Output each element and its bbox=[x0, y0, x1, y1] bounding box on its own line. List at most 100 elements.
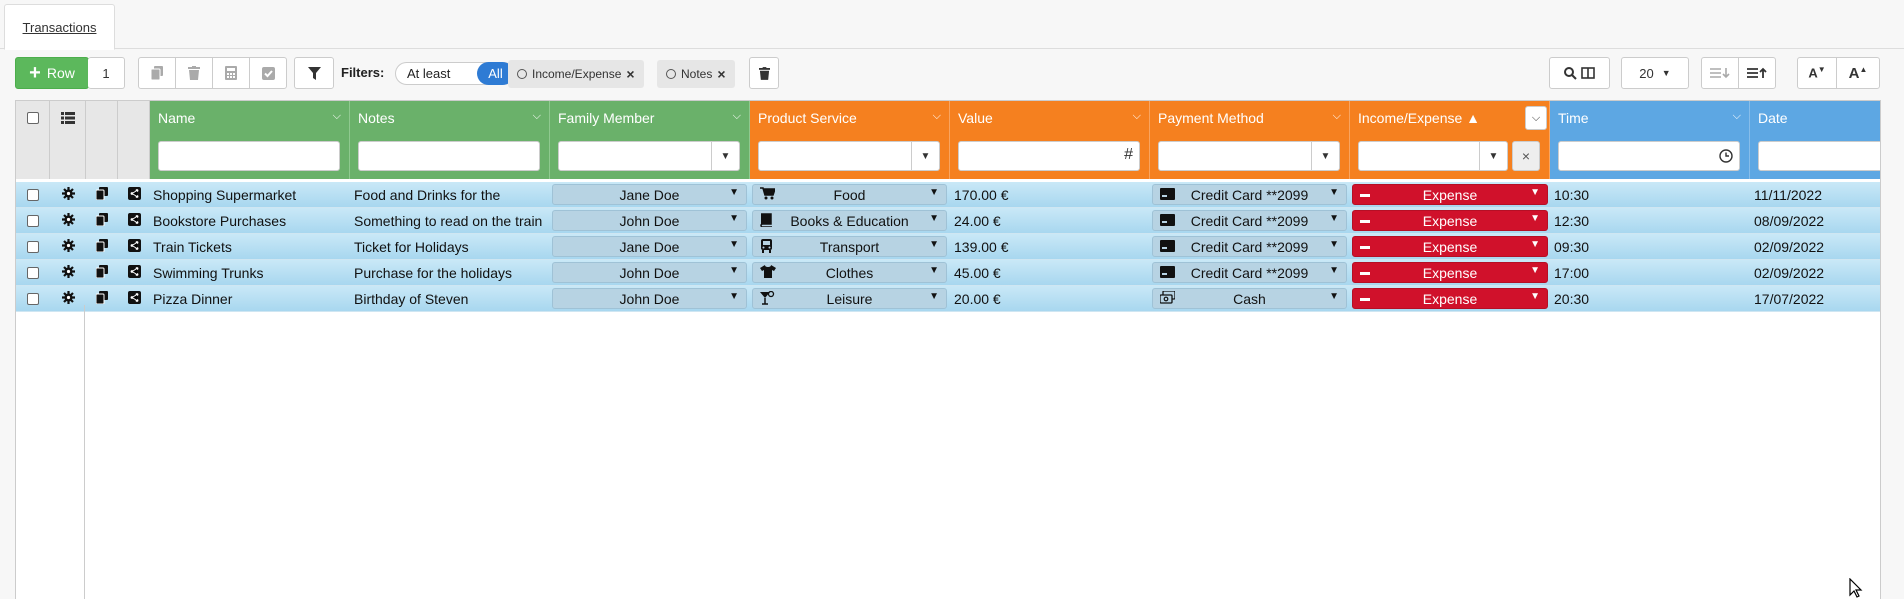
column-menu-button[interactable]: ⌵ bbox=[1525, 106, 1547, 130]
cell-time[interactable]: 17:00 bbox=[1550, 260, 1750, 286]
payment-method-select[interactable]: Credit Card **2099 ▼ bbox=[1152, 210, 1347, 231]
search-columns-button[interactable] bbox=[1549, 57, 1610, 89]
family-member-select[interactable]: Jane Doe ▼ bbox=[552, 236, 747, 257]
table-row[interactable]: Train Tickets Ticket for Holidays Jane D… bbox=[16, 234, 1880, 260]
row-count-input[interactable]: 1 bbox=[88, 57, 125, 89]
row-copy-button[interactable] bbox=[86, 208, 118, 234]
value-filter-input[interactable]: # bbox=[958, 141, 1140, 171]
column-header-time[interactable]: Time ⌵ bbox=[1550, 101, 1750, 135]
income-expense-select[interactable]: Expense ▼ bbox=[1352, 236, 1548, 257]
row-share-button[interactable] bbox=[118, 260, 150, 286]
cell-notes[interactable]: Purchase for the holidays bbox=[350, 260, 550, 286]
family-member-select[interactable]: John Doe ▼ bbox=[552, 288, 747, 309]
family-member-select[interactable]: John Doe ▼ bbox=[552, 210, 747, 231]
row-settings-button[interactable] bbox=[50, 182, 86, 208]
product-service-select[interactable]: Leisure ▼ bbox=[752, 288, 947, 309]
column-header-date[interactable]: Date bbox=[1750, 101, 1880, 135]
cell-name[interactable]: Swimming Trunks bbox=[150, 260, 350, 286]
payment-method-filter-select[interactable]: ▼ bbox=[1158, 141, 1340, 171]
delete-button[interactable] bbox=[175, 57, 213, 89]
cell-date[interactable]: 08/09/2022 bbox=[1750, 208, 1880, 234]
cell-notes[interactable]: Birthday of Steven bbox=[350, 286, 550, 312]
cell-date[interactable]: 11/11/2022 bbox=[1750, 182, 1880, 208]
time-filter-input[interactable] bbox=[1558, 141, 1740, 171]
family-member-select[interactable]: Jane Doe ▼ bbox=[552, 184, 747, 205]
cell-name[interactable]: Train Tickets bbox=[150, 234, 350, 260]
select-all-header[interactable] bbox=[16, 101, 50, 135]
row-checkbox[interactable] bbox=[27, 241, 39, 253]
clear-filter-button[interactable]: × bbox=[1512, 141, 1540, 171]
column-header-notes[interactable]: Notes ⌵ bbox=[350, 101, 550, 135]
row-copy-button[interactable] bbox=[86, 286, 118, 312]
select-all-button[interactable] bbox=[249, 57, 287, 89]
cell-date[interactable]: 17/07/2022 bbox=[1750, 286, 1880, 312]
cell-name[interactable]: Bookstore Purchases bbox=[150, 208, 350, 234]
calculate-button[interactable] bbox=[212, 57, 250, 89]
cell-value[interactable]: 139.00 € bbox=[950, 234, 1150, 260]
chevron-down-icon[interactable]: ⌵ bbox=[733, 110, 741, 123]
row-share-button[interactable] bbox=[118, 182, 150, 208]
remove-chip-icon[interactable]: × bbox=[717, 66, 725, 82]
match-toggle[interactable]: At least All bbox=[395, 62, 515, 85]
income-expense-select[interactable]: Expense ▼ bbox=[1352, 210, 1548, 231]
column-header-value[interactable]: Value ⌵ bbox=[950, 101, 1150, 135]
row-copy-button[interactable] bbox=[86, 234, 118, 260]
column-header-payment-method[interactable]: Payment Method ⌵ bbox=[1150, 101, 1350, 135]
payment-method-select[interactable]: Credit Card **2099 ▼ bbox=[1152, 184, 1347, 205]
filter-button[interactable] bbox=[294, 57, 334, 89]
column-header-income-expense[interactable]: Income/Expense ▲ ⌵ bbox=[1350, 101, 1550, 135]
chevron-down-icon[interactable]: ⌵ bbox=[333, 110, 341, 123]
family-member-select[interactable]: John Doe ▼ bbox=[552, 262, 747, 283]
chevron-down-icon[interactable]: ⌵ bbox=[1333, 110, 1341, 123]
payment-method-select[interactable]: Cash ▼ bbox=[1152, 288, 1347, 309]
name-filter-input[interactable] bbox=[158, 141, 340, 171]
row-settings-button[interactable] bbox=[50, 208, 86, 234]
income-expense-filter-select[interactable]: ▼ bbox=[1358, 141, 1508, 171]
font-decrease-button[interactable]: A▼ bbox=[1797, 57, 1837, 89]
cell-time[interactable]: 12:30 bbox=[1550, 208, 1750, 234]
cell-time[interactable]: 10:30 bbox=[1550, 182, 1750, 208]
income-expense-select[interactable]: Expense ▼ bbox=[1352, 288, 1548, 309]
table-row[interactable]: Pizza Dinner Birthday of Steven John Doe… bbox=[16, 286, 1880, 312]
product-service-select[interactable]: Clothes ▼ bbox=[752, 262, 947, 283]
income-expense-select[interactable]: Expense ▼ bbox=[1352, 184, 1548, 205]
column-header-name[interactable]: Name ⌵ bbox=[150, 101, 350, 135]
row-checkbox[interactable] bbox=[27, 267, 39, 279]
cell-name[interactable]: Shopping Supermarket bbox=[150, 182, 350, 208]
chevron-down-icon[interactable]: ⌵ bbox=[533, 110, 541, 123]
payment-method-select[interactable]: Credit Card **2099 ▼ bbox=[1152, 262, 1347, 283]
cell-notes[interactable]: Something to read on the train bbox=[350, 208, 550, 234]
caret-down-icon[interactable]: ▼ bbox=[711, 142, 739, 170]
row-checkbox[interactable] bbox=[27, 189, 39, 201]
product-service-select[interactable]: Books & Education ▼ bbox=[752, 210, 947, 231]
add-row-button[interactable]: + Row bbox=[15, 57, 89, 89]
income-expense-select[interactable]: Expense ▼ bbox=[1352, 262, 1548, 283]
copy-button[interactable] bbox=[138, 57, 176, 89]
font-increase-button[interactable]: A▲ bbox=[1836, 57, 1880, 89]
chevron-down-icon[interactable]: ⌵ bbox=[1133, 110, 1141, 123]
caret-down-icon[interactable]: ▼ bbox=[911, 142, 939, 170]
product-service-filter-select[interactable]: ▼ bbox=[758, 141, 940, 171]
page-size-select[interactable]: 20 ▼ bbox=[1621, 57, 1689, 89]
cell-time[interactable]: 20:30 bbox=[1550, 286, 1750, 312]
clear-filters-button[interactable] bbox=[749, 57, 779, 89]
cell-value[interactable]: 20.00 € bbox=[950, 286, 1150, 312]
sort-desc-button[interactable] bbox=[1701, 57, 1739, 89]
cell-date[interactable]: 02/09/2022 bbox=[1750, 260, 1880, 286]
cell-value[interactable]: 170.00 € bbox=[950, 182, 1150, 208]
column-header-family-member[interactable]: Family Member ⌵ bbox=[550, 101, 750, 135]
select-all-checkbox[interactable] bbox=[26, 112, 39, 124]
sort-asc-button[interactable] bbox=[1738, 57, 1776, 89]
cell-notes[interactable]: Food and Drinks for the bbox=[350, 182, 550, 208]
row-settings-button[interactable] bbox=[50, 234, 86, 260]
caret-down-icon[interactable]: ▼ bbox=[1311, 142, 1339, 170]
row-checkbox[interactable] bbox=[27, 215, 39, 227]
cell-value[interactable]: 45.00 € bbox=[950, 260, 1150, 286]
remove-chip-icon[interactable]: × bbox=[626, 66, 634, 82]
caret-down-icon[interactable]: ▼ bbox=[1479, 142, 1507, 170]
row-settings-button[interactable] bbox=[50, 260, 86, 286]
cell-time[interactable]: 09:30 bbox=[1550, 234, 1750, 260]
cell-date[interactable]: 02/09/2022 bbox=[1750, 234, 1880, 260]
row-share-button[interactable] bbox=[118, 208, 150, 234]
table-row[interactable]: Bookstore Purchases Something to read on… bbox=[16, 208, 1880, 234]
